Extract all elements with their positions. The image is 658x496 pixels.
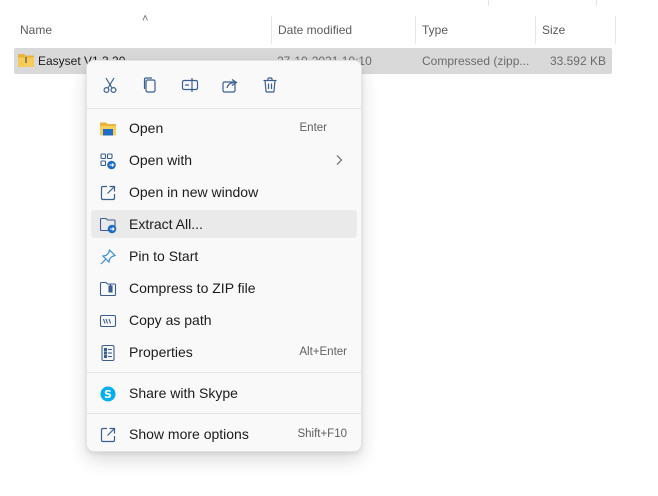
menu-item-label: Copy as path xyxy=(129,312,212,328)
column-name-label: Name xyxy=(20,23,53,37)
menu-item-label: Extract All... xyxy=(129,216,203,232)
column-type-label: Type xyxy=(422,23,449,37)
menu-item-label: Properties xyxy=(129,344,193,360)
column-header: ˄ Name Date modified Type Size xyxy=(14,12,616,48)
menu-item-open-new-window[interactable]: Open in new window xyxy=(91,178,357,206)
svg-text:S: S xyxy=(104,388,112,401)
menu-item-pin-to-start[interactable]: Pin to Start xyxy=(91,242,357,270)
menu-item-shortcut: Alt+Enter xyxy=(299,346,347,358)
properties-icon xyxy=(99,344,117,362)
column-name[interactable]: Name xyxy=(14,12,272,48)
cut-button[interactable] xyxy=(92,69,128,101)
chevron-right-icon xyxy=(336,155,343,165)
column-separator[interactable] xyxy=(615,16,616,44)
open-with-icon xyxy=(99,152,117,170)
delete-button[interactable] xyxy=(252,69,288,101)
share-button[interactable] xyxy=(212,69,248,101)
menu-item-label: Compress to ZIP file xyxy=(129,280,256,296)
menu-item-label: Open with xyxy=(129,152,193,168)
column-date-modified[interactable]: Date modified xyxy=(272,12,416,48)
skype-icon: S xyxy=(99,385,117,403)
menu-item-compress-zip[interactable]: Compress to ZIP file xyxy=(91,274,357,302)
copy-button[interactable] xyxy=(132,69,168,101)
extract-icon xyxy=(99,216,117,234)
menu-item-label: Open xyxy=(129,120,164,136)
menu-item-properties[interactable]: Properties Alt+Enter xyxy=(91,338,357,366)
column-size[interactable]: Size xyxy=(536,12,616,48)
menu-item-label: Pin to Start xyxy=(129,248,199,264)
context-menu: Open Enter Open with Open in new window xyxy=(86,60,362,452)
menu-divider xyxy=(87,372,361,373)
rename-button[interactable] xyxy=(172,69,208,101)
strip-separator xyxy=(488,0,489,6)
menu-item-shortcut: Shift+F10 xyxy=(297,428,347,440)
file-size: 33.592 KB xyxy=(549,54,606,68)
menu-divider xyxy=(87,413,361,414)
copy-path-icon xyxy=(99,312,117,330)
pin-icon xyxy=(99,248,117,266)
delete-icon xyxy=(263,77,277,93)
menu-item-show-more-options[interactable]: Show more options Shift+F10 xyxy=(91,420,357,448)
menu-item-label: Share with Skype xyxy=(129,385,238,401)
strip-separator xyxy=(596,0,597,6)
quick-action-bar xyxy=(87,69,363,101)
column-date-label: Date modified xyxy=(278,23,353,37)
menu-item-label: Show more options xyxy=(129,426,249,442)
menu-divider xyxy=(87,108,361,109)
rename-icon xyxy=(181,78,199,92)
menu-item-share-skype[interactable]: S Share with Skype xyxy=(91,379,357,407)
top-strip xyxy=(0,0,658,6)
folder-icon xyxy=(99,120,117,138)
file-type: Compressed (zipp... xyxy=(422,54,530,68)
share-icon xyxy=(222,79,238,93)
new-window-icon xyxy=(99,184,117,202)
zip-folder-icon xyxy=(18,54,34,67)
copy-icon xyxy=(143,77,156,93)
menu-item-open[interactable]: Open Enter xyxy=(91,114,357,142)
menu-item-extract-all[interactable]: Extract All... xyxy=(91,210,357,238)
column-size-label: Size xyxy=(542,23,566,37)
menu-item-label: Open in new window xyxy=(129,184,259,200)
column-type[interactable]: Type xyxy=(416,12,536,48)
menu-item-open-with[interactable]: Open with xyxy=(91,146,357,174)
menu-item-shortcut: Enter xyxy=(299,122,328,134)
menu-item-copy-as-path[interactable]: Copy as path xyxy=(91,306,357,334)
more-options-icon xyxy=(99,426,117,444)
cut-icon xyxy=(103,77,117,94)
zip-folder-icon xyxy=(99,280,117,298)
